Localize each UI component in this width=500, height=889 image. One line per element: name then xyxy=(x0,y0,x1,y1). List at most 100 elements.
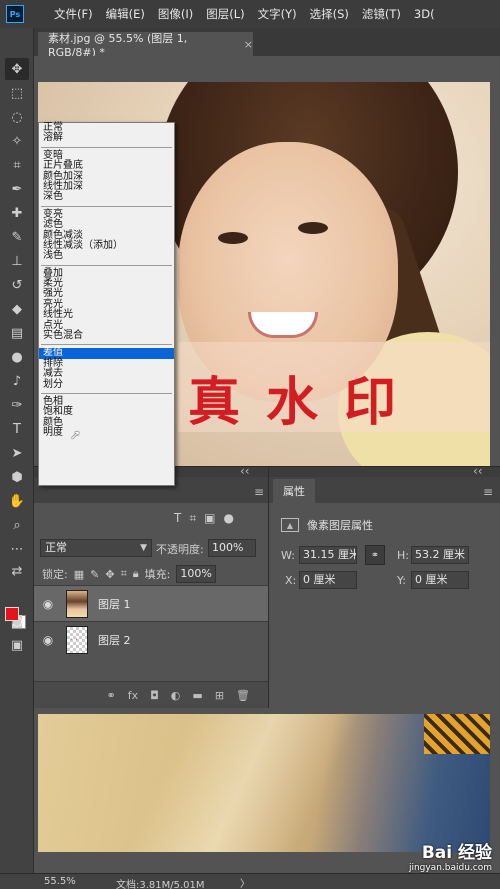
height-field[interactable]: 53.2 厘米 xyxy=(411,546,469,564)
blend-mode-dropdown[interactable]: 正常 溶解 变暗 正片叠底 颜色加深 线性加深 深色 变亮 滤色 颜色减淡 线性减淡（添加） 浅色 叠加… xyxy=(38,122,175,486)
visibility-eye-icon[interactable]: ◉ xyxy=(34,597,62,611)
healing-brush-icon[interactable]: ✚ xyxy=(5,202,29,224)
brush-tool-icon[interactable]: ✎ xyxy=(5,226,29,248)
layers-panel: ‹‹ ≡ T ⌗ ▣ ● 正常 ▼ 不透明度: 100% 锁定: ▦ ✎ ✥ ⌗… xyxy=(34,464,268,709)
lock-label: 锁定: xyxy=(42,568,68,581)
history-brush-icon[interactable]: ↺ xyxy=(5,274,29,296)
link-dimensions-icon[interactable]: ⚭ xyxy=(365,545,385,565)
menu-3d[interactable]: 3D( xyxy=(414,7,435,21)
hand-tool-icon[interactable]: ✋ xyxy=(5,490,29,512)
filter-smart-icon[interactable]: ▣ xyxy=(204,511,215,526)
path-select-icon[interactable]: ➤ xyxy=(5,442,29,464)
menu-bar: Ps 文件(F) 编辑(E) 图像(I) 图层(L) 文字(Y) 选择(S) 滤… xyxy=(0,0,500,28)
crop-tool-icon[interactable]: ⌗ xyxy=(5,154,29,176)
blend-mode-option[interactable]: 实色混合 xyxy=(39,330,174,341)
blend-mode-option[interactable]: 溶解 xyxy=(39,132,174,143)
blend-mode-option[interactable]: 滤色 xyxy=(39,219,174,230)
properties-panel-header xyxy=(269,467,500,477)
blend-mode-select[interactable]: 正常 ▼ xyxy=(40,539,152,557)
swap-colors-icon[interactable]: ⇄ xyxy=(5,560,29,582)
fx-icon[interactable]: fx xyxy=(128,689,138,702)
panel-menu-icon[interactable]: ≡ xyxy=(483,485,493,499)
watermark-text: 真水印 xyxy=(188,372,423,433)
eraser-icon[interactable]: ◆ xyxy=(5,298,29,320)
add-mask-icon[interactable]: ◘ xyxy=(150,689,159,702)
dodge-tool-icon[interactable]: ♪ xyxy=(5,370,29,392)
width-field[interactable]: 31.15 厘米 xyxy=(299,546,357,564)
move-tool-icon[interactable]: ✥ xyxy=(5,58,29,80)
tab-properties[interactable]: 属性 xyxy=(273,479,315,503)
blur-tool-icon[interactable]: ● xyxy=(5,346,29,368)
opacity-input[interactable]: 100% xyxy=(208,539,256,557)
clone-stamp-icon[interactable]: ⊥ xyxy=(5,250,29,272)
new-group-icon[interactable]: ▬ xyxy=(192,689,202,702)
shape-tool-icon[interactable]: ⬢ xyxy=(5,466,29,488)
eyedropper-icon[interactable]: ✒ xyxy=(5,178,29,200)
lock-transparency-icon[interactable]: ▦ xyxy=(74,568,84,581)
lock-position-icon[interactable]: ✥ xyxy=(105,568,114,581)
y-field[interactable]: 0 厘米 xyxy=(411,571,469,589)
zoom-tool-icon[interactable]: ⌕ xyxy=(5,514,29,536)
lock-all-icon[interactable]: 🔒︎ xyxy=(133,567,139,581)
trash-icon[interactable]: 🗑︎ xyxy=(236,689,250,702)
close-tab-icon[interactable]: × xyxy=(244,38,253,51)
filter-toggle-icon[interactable]: ● xyxy=(223,511,233,526)
panel-menu-icon[interactable]: ≡ xyxy=(254,485,264,499)
pixel-layer-icon: ▲ xyxy=(281,518,299,532)
blend-mode-value: 正常 xyxy=(45,541,67,554)
new-layer-icon[interactable]: ⊞ xyxy=(215,689,224,702)
fill-input[interactable]: 100% xyxy=(176,565,217,583)
menu-edit[interactable]: 编辑(E) xyxy=(106,6,145,22)
collapse-icon[interactable]: ‹‹ xyxy=(240,464,250,478)
zoom-level[interactable]: 55.5% xyxy=(44,876,76,887)
menu-file[interactable]: 文件(F) xyxy=(54,6,93,22)
marquee-tool-icon[interactable]: ⬚ xyxy=(5,82,29,104)
gradient-tool-icon[interactable]: ▤ xyxy=(5,322,29,344)
status-menu-arrow-icon[interactable]: 〉 xyxy=(240,875,250,889)
screen-mode-icon[interactable]: ▣ xyxy=(5,634,29,656)
filter-shape-icon[interactable]: ⌗ xyxy=(189,511,196,526)
blend-mode-option[interactable]: 划分 xyxy=(39,379,174,390)
menu-separator xyxy=(39,390,174,397)
fill-label: 填充: xyxy=(144,568,171,581)
blend-mode-option[interactable]: 正片叠底 xyxy=(39,160,174,171)
menu-type[interactable]: 文字(Y) xyxy=(258,6,297,22)
baidu-url: jingyan.baidu.com xyxy=(408,863,492,873)
link-layers-icon[interactable]: ⚭ xyxy=(106,689,115,702)
x-field[interactable]: 0 厘米 xyxy=(299,571,357,589)
magic-wand-icon[interactable]: ✧ xyxy=(5,130,29,152)
photo-eye-right xyxy=(298,222,328,234)
visibility-eye-icon[interactable]: ◉ xyxy=(34,633,62,647)
more-tools-icon[interactable]: ⋯ xyxy=(5,538,29,560)
lock-pixels-icon[interactable]: ✎ xyxy=(90,568,99,581)
lasso-tool-icon[interactable]: ◌ xyxy=(5,106,29,128)
lock-artboard-icon[interactable]: ⌗ xyxy=(121,567,127,581)
collapse-icon[interactable]: ‹‹ xyxy=(473,464,483,478)
filter-type-icon[interactable]: T xyxy=(174,511,181,526)
x-label: X: xyxy=(285,574,297,587)
menu-select[interactable]: 选择(S) xyxy=(310,6,349,22)
blend-mode-option[interactable]: 浅色 xyxy=(39,250,174,261)
menu-filter[interactable]: 滤镜(T) xyxy=(362,6,401,22)
photo-eye-left xyxy=(218,232,248,244)
blend-mode-option[interactable]: 深色 xyxy=(39,191,174,202)
mouse-cursor-icon: ➚ xyxy=(70,428,81,443)
layer-filter-row: T ⌗ ▣ ● xyxy=(174,511,234,526)
blend-mode-option[interactable]: 明度 xyxy=(39,427,174,438)
second-document-image[interactable] xyxy=(38,714,490,852)
tools-panel: ✥ ⬚ ◌ ✧ ⌗ ✒ ✚ ✎ ⊥ ↺ ◆ ▤ ● ♪ ✑ T ➤ ⬢ ✋ ⌕ … xyxy=(0,28,34,873)
photo-pattern xyxy=(424,714,490,754)
document-tab-strip: 素材.jpg @ 55.5% (图层 1, RGB/8#) * × xyxy=(34,28,500,59)
menu-separator xyxy=(39,203,174,210)
document-tab-title: 素材.jpg @ 55.5% (图层 1, RGB/8#) * xyxy=(48,31,188,59)
menu-layer[interactable]: 图层(L) xyxy=(206,6,244,22)
adjustment-layer-icon[interactable]: ◐ xyxy=(171,689,181,702)
type-tool-icon[interactable]: T xyxy=(5,418,29,440)
pen-tool-icon[interactable]: ✑ xyxy=(5,394,29,416)
layer-row[interactable]: ◉ 图层 2 xyxy=(34,621,268,657)
menu-image[interactable]: 图像(I) xyxy=(158,6,193,22)
layer-row[interactable]: ◉ 图层 1 xyxy=(34,585,268,621)
height-label: H: xyxy=(397,549,409,562)
foreground-color-swatch[interactable] xyxy=(5,607,19,621)
document-tab[interactable]: 素材.jpg @ 55.5% (图层 1, RGB/8#) * × xyxy=(38,31,253,59)
